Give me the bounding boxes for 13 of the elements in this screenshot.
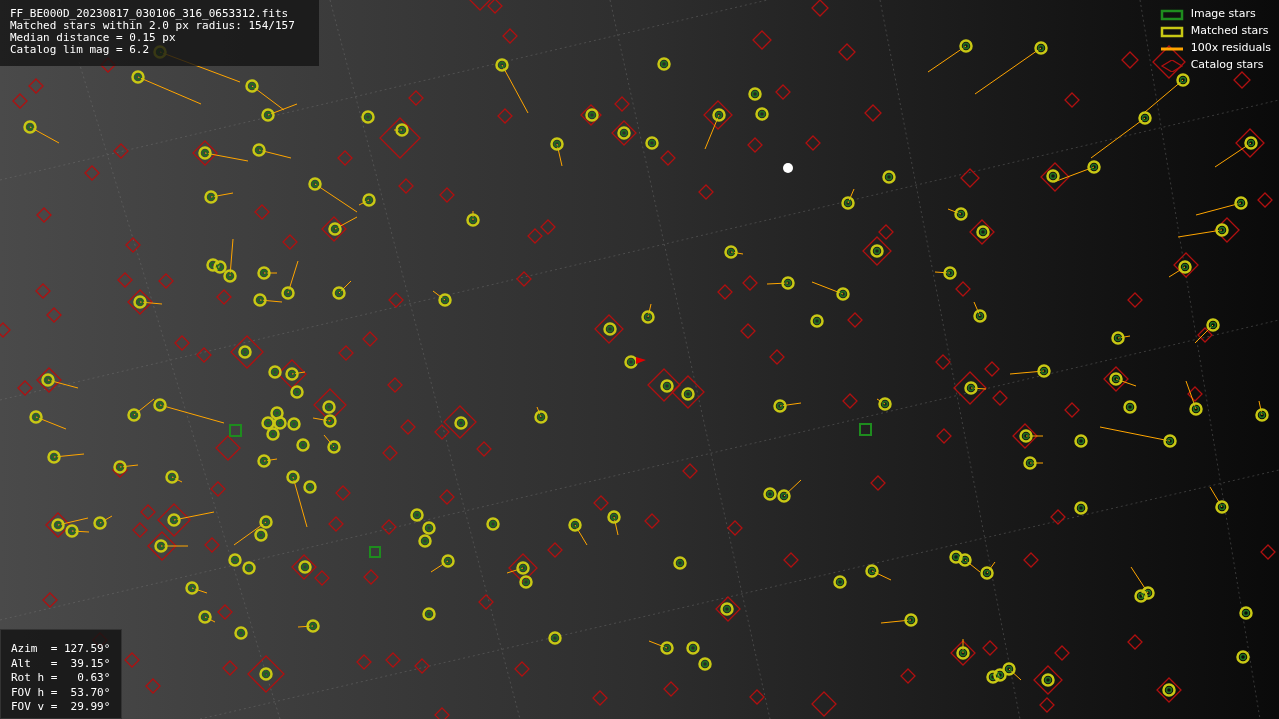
legend-label: Matched stars (1190, 23, 1269, 40)
legend-label: Catalog stars (1190, 57, 1264, 74)
pointing-text: Rot h = 0.63° (11, 671, 112, 686)
pointing-text: Azim = 127.59° (11, 642, 112, 657)
pointing-text: Alt = 39.15° (11, 656, 112, 671)
legend-label: 100x residuals (1190, 40, 1271, 57)
pointing-text: FOV h = 53.70° (11, 685, 112, 700)
info-text: Median distance = 0.15 px (10, 32, 177, 44)
legend-label: Image stars (1190, 6, 1256, 23)
info-text: FF_BE000D_20230817_030106_316_0653312.fits (10, 8, 290, 20)
pointing-text: FOV v = 29.99° (11, 700, 112, 715)
info-text: Catalog lim mag = 6.2 (10, 44, 151, 56)
info-text: Matched stars within 2.0 px radius: 154/157 (10, 20, 296, 32)
